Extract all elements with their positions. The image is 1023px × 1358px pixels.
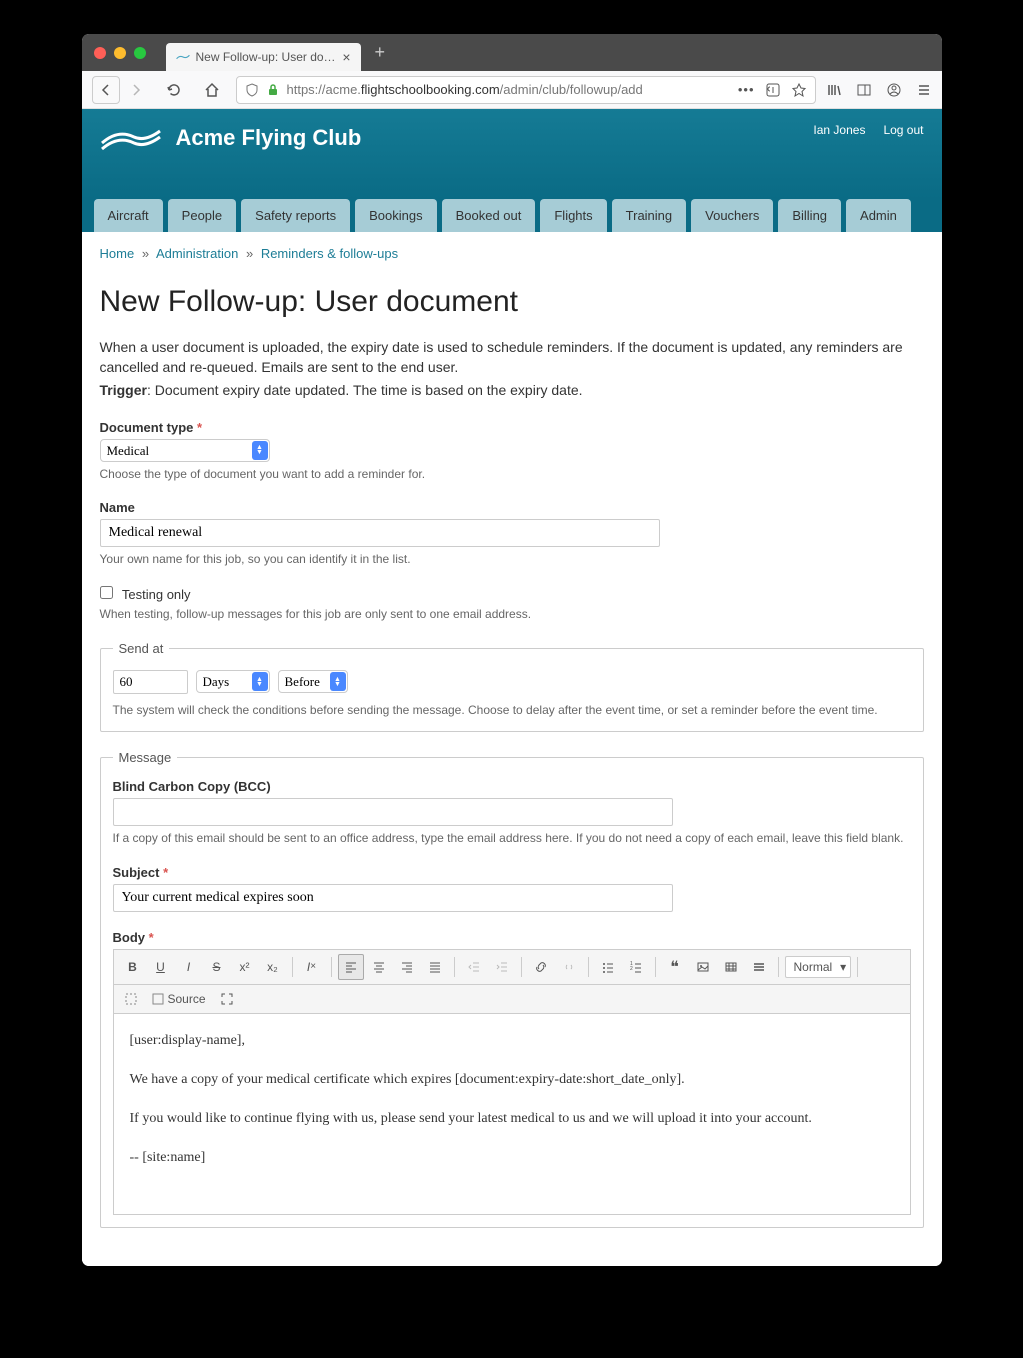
window-minimize-button[interactable] bbox=[114, 47, 126, 59]
doc-type-select[interactable]: Medical bbox=[100, 439, 270, 462]
hr-button[interactable] bbox=[746, 954, 772, 980]
browser-toolbar: https://acme.flightschoolbooking.com/adm… bbox=[82, 71, 942, 109]
nav-tab-people[interactable]: People bbox=[168, 199, 236, 232]
logout-link[interactable]: Log out bbox=[883, 123, 923, 137]
window-close-button[interactable] bbox=[94, 47, 106, 59]
align-left-button[interactable] bbox=[338, 954, 364, 980]
testing-checkbox-label[interactable]: Testing only bbox=[100, 587, 191, 602]
nav-tab-vouchers[interactable]: Vouchers bbox=[691, 199, 773, 232]
name-help: Your own name for this job, so you can i… bbox=[100, 551, 924, 568]
nav-tab-training[interactable]: Training bbox=[612, 199, 686, 232]
nav-tab-bookings[interactable]: Bookings bbox=[355, 199, 436, 232]
send-at-when-select[interactable]: Before bbox=[278, 670, 348, 693]
subject-label: Subject * bbox=[113, 865, 911, 880]
subject-input[interactable] bbox=[113, 884, 673, 912]
superscript-button[interactable]: x² bbox=[232, 954, 258, 980]
testing-checkbox[interactable] bbox=[100, 586, 113, 599]
bookmark-icon[interactable] bbox=[791, 82, 807, 98]
send-at-unit-select[interactable]: Days bbox=[196, 670, 270, 693]
home-button[interactable] bbox=[198, 76, 226, 104]
body-label: Body * bbox=[113, 930, 911, 945]
main-nav: Aircraft People Safety reports Bookings … bbox=[82, 199, 942, 232]
shield-icon bbox=[245, 83, 259, 97]
breadcrumb-admin[interactable]: Administration bbox=[156, 246, 238, 261]
window-zoom-button[interactable] bbox=[134, 47, 146, 59]
window-titlebar: New Follow-up: User document × + bbox=[82, 34, 942, 71]
underline-button[interactable]: U bbox=[148, 954, 174, 980]
maximize-button[interactable] bbox=[216, 989, 238, 1009]
nav-tab-safety[interactable]: Safety reports bbox=[241, 199, 350, 232]
sidebar-icon[interactable] bbox=[856, 82, 872, 98]
message-fieldset: Message Blind Carbon Copy (BCC) If a cop… bbox=[100, 750, 924, 1228]
url-bar[interactable]: https://acme.flightschoolbooking.com/adm… bbox=[236, 76, 816, 104]
indent-button[interactable] bbox=[489, 954, 515, 980]
browser-tab[interactable]: New Follow-up: User document × bbox=[166, 43, 361, 71]
testing-help: When testing, follow-up messages for thi… bbox=[100, 606, 924, 623]
italic-button[interactable]: I bbox=[176, 954, 202, 980]
logo-wave-icon bbox=[100, 123, 162, 153]
name-input[interactable] bbox=[100, 519, 660, 547]
nav-tab-billing[interactable]: Billing bbox=[778, 199, 841, 232]
source-button[interactable]: Source bbox=[148, 989, 210, 1009]
format-dropdown[interactable]: Normal ▾ bbox=[785, 956, 852, 978]
link-button[interactable] bbox=[528, 954, 554, 980]
close-tab-icon[interactable]: × bbox=[342, 49, 350, 65]
align-center-button[interactable] bbox=[366, 954, 392, 980]
image-button[interactable] bbox=[690, 954, 716, 980]
site-header: Acme Flying Club Ian Jones Log out bbox=[82, 109, 942, 199]
table-button[interactable] bbox=[718, 954, 744, 980]
intro-text: When a user document is uploaded, the ex… bbox=[100, 337, 924, 378]
send-at-help: The system will check the conditions bef… bbox=[113, 702, 911, 719]
club-name: Acme Flying Club bbox=[176, 125, 362, 151]
page-title: New Follow-up: User document bbox=[100, 285, 924, 319]
forward-button[interactable] bbox=[122, 76, 150, 104]
send-at-legend: Send at bbox=[113, 641, 170, 656]
bold-button[interactable]: B bbox=[120, 954, 146, 980]
message-legend: Message bbox=[113, 750, 178, 765]
tab-title: New Follow-up: User document bbox=[196, 50, 337, 64]
svg-text:2: 2 bbox=[630, 966, 633, 972]
number-list-button[interactable]: 12 bbox=[623, 954, 649, 980]
rich-text-editor: B U I S x² x₂ I× bbox=[113, 949, 911, 1215]
wave-icon bbox=[176, 52, 190, 62]
unlink-button[interactable] bbox=[556, 954, 582, 980]
remove-format-button[interactable]: I× bbox=[299, 954, 325, 980]
send-at-fieldset: Send at Days ▲▼ Before ▲▼ bbox=[100, 641, 924, 732]
editor-content[interactable]: [user:display-name], We have a copy of y… bbox=[114, 1014, 910, 1214]
reload-button[interactable] bbox=[160, 76, 188, 104]
page-actions-icon[interactable]: ••• bbox=[738, 82, 755, 97]
url-text: https://acme.flightschoolbooking.com/adm… bbox=[287, 82, 643, 97]
show-blocks-button[interactable] bbox=[120, 989, 142, 1009]
doc-type-help: Choose the type of document you want to … bbox=[100, 466, 924, 483]
account-icon[interactable] bbox=[886, 82, 902, 98]
align-justify-button[interactable] bbox=[422, 954, 448, 980]
bullet-list-button[interactable] bbox=[595, 954, 621, 980]
blockquote-button[interactable]: ❝ bbox=[662, 954, 688, 980]
bcc-input[interactable] bbox=[113, 798, 673, 826]
send-at-value-input[interactable] bbox=[113, 670, 188, 694]
reader-icon[interactable] bbox=[765, 82, 781, 98]
bcc-help: If a copy of this email should be sent t… bbox=[113, 830, 911, 847]
nav-tab-bookedout[interactable]: Booked out bbox=[442, 199, 536, 232]
align-right-button[interactable] bbox=[394, 954, 420, 980]
breadcrumb: Home » Administration » Reminders & foll… bbox=[100, 246, 924, 261]
library-icon[interactable] bbox=[826, 82, 842, 98]
menu-icon[interactable] bbox=[916, 82, 932, 98]
subscript-button[interactable]: x₂ bbox=[260, 954, 286, 980]
nav-tab-admin[interactable]: Admin bbox=[846, 199, 911, 232]
new-tab-button[interactable]: + bbox=[375, 42, 386, 63]
breadcrumb-reminders[interactable]: Reminders & follow-ups bbox=[261, 246, 398, 261]
back-button[interactable] bbox=[92, 76, 120, 104]
doc-type-label: Document type * bbox=[100, 420, 924, 435]
nav-tab-flights[interactable]: Flights bbox=[540, 199, 606, 232]
user-link[interactable]: Ian Jones bbox=[813, 123, 865, 137]
trigger-text: Trigger: Document expiry date updated. T… bbox=[100, 382, 924, 398]
nav-tab-aircraft[interactable]: Aircraft bbox=[94, 199, 163, 232]
breadcrumb-home[interactable]: Home bbox=[100, 246, 135, 261]
outdent-button[interactable] bbox=[461, 954, 487, 980]
bcc-label: Blind Carbon Copy (BCC) bbox=[113, 779, 911, 794]
strike-button[interactable]: S bbox=[204, 954, 230, 980]
name-label: Name bbox=[100, 500, 924, 515]
lock-icon bbox=[267, 84, 279, 96]
